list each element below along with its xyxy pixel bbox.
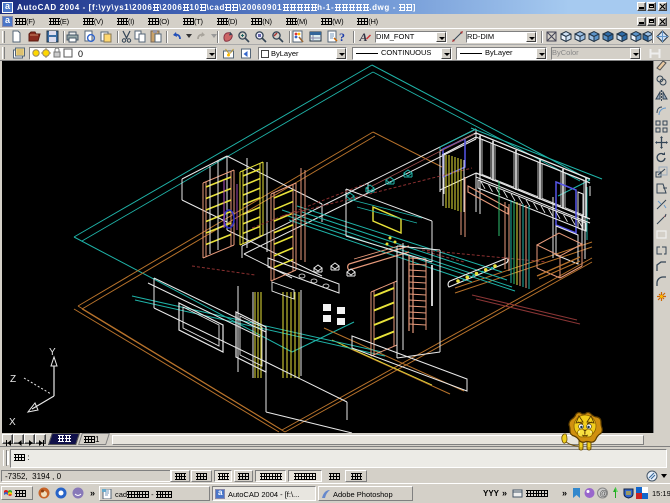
svg-text:Y: Y [49, 347, 56, 358]
svg-text:A: A [359, 30, 368, 43]
svg-text:@: @ [600, 489, 608, 498]
svg-text:X: X [9, 417, 16, 428]
svg-text:Z: Z [10, 374, 16, 385]
svg-text:0: 0 [78, 49, 83, 59]
svg-text:?: ? [339, 30, 345, 43]
